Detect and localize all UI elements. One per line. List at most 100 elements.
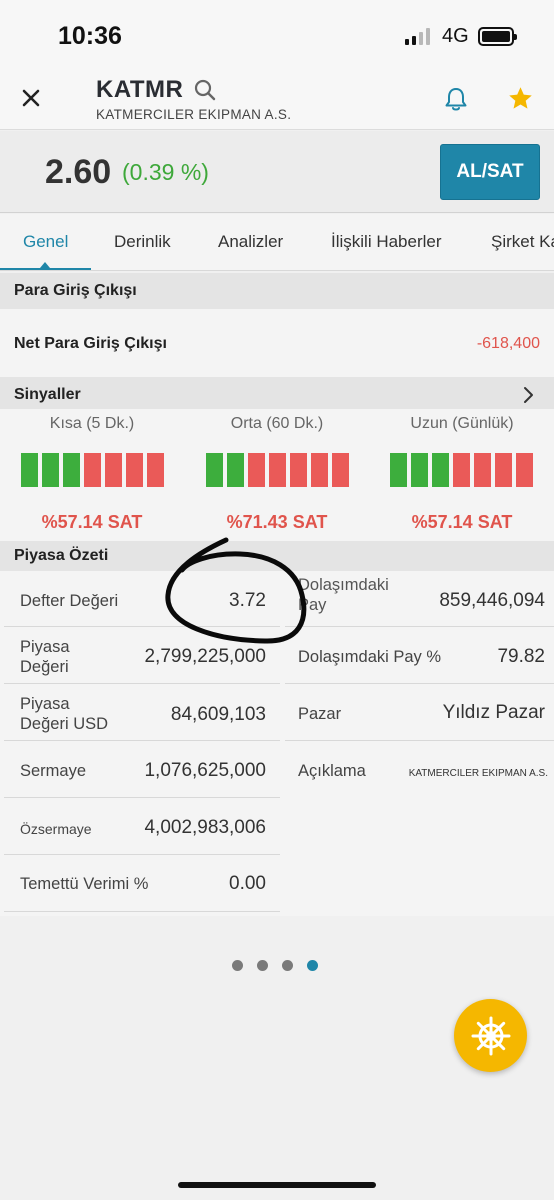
signal-sell-bar bbox=[84, 453, 101, 487]
status-time: 10:36 bbox=[58, 22, 122, 50]
last-price: 2.60 bbox=[45, 153, 112, 191]
summary-value: 84,609,103 bbox=[170, 704, 266, 725]
tab-company-info[interactable]: Şirket Ka bbox=[491, 232, 554, 252]
signal-sell-bar bbox=[269, 453, 286, 487]
signal-medium-bars bbox=[206, 453, 349, 487]
signal-medium-title: Orta (60 Dk.) bbox=[230, 415, 324, 432]
active-tab-caret bbox=[40, 262, 50, 268]
ticker-symbol: KATMR bbox=[96, 76, 184, 103]
signal-buy-bar bbox=[21, 453, 38, 487]
summary-row: Özsermaye 4,002,983,006 bbox=[4, 799, 280, 855]
signal-long-bars bbox=[390, 453, 533, 487]
signal-sell-bar bbox=[105, 453, 122, 487]
summary-row: Sermaye 1,076,625,000 bbox=[4, 742, 280, 798]
battery-icon bbox=[478, 27, 517, 46]
star-icon[interactable] bbox=[507, 85, 534, 112]
signal-sell-bar bbox=[248, 453, 265, 487]
signal-short-value: %57.14 SAT bbox=[41, 512, 143, 532]
signal-sell-bar bbox=[126, 453, 143, 487]
summary-row: Defter Değeri 3.72 bbox=[4, 571, 280, 627]
summary-value: 1,076,625,000 bbox=[144, 760, 266, 781]
signal-sell-bar bbox=[290, 453, 307, 487]
ship-wheel-icon bbox=[471, 1016, 510, 1055]
signals-panel: Kısa (5 Dk.) %57.14 SAT Orta (60 Dk.) %7… bbox=[0, 409, 554, 541]
page-indicator bbox=[232, 960, 318, 971]
signal-sell-bar bbox=[332, 453, 349, 487]
tab-bar: Genel Derinlik Analizler İlişkili Haberl… bbox=[0, 214, 554, 271]
summary-label: Sermaye bbox=[20, 762, 87, 780]
signal-sell-bar bbox=[147, 453, 164, 487]
signal-medium: Orta (60 Dk.) %71.43 SAT bbox=[185, 409, 369, 541]
signal-medium-value: %71.43 SAT bbox=[226, 512, 328, 532]
signals-title: Sinyaller bbox=[14, 386, 81, 403]
signal-short: Kısa (5 Dk.) %57.14 SAT bbox=[0, 409, 184, 541]
signal-sell-bar bbox=[495, 453, 512, 487]
signal-long-title: Uzun (Günlük) bbox=[410, 415, 514, 432]
active-tab-indicator bbox=[0, 268, 91, 270]
summary-row: Piyasa Değeri USD 84,609,103 bbox=[4, 685, 280, 741]
signal-long: Uzun (Günlük) %57.14 SAT bbox=[370, 409, 554, 541]
money-flow-title: Para Giriş Çıkışı bbox=[14, 282, 137, 299]
summary-value: 859,446,094 bbox=[439, 590, 545, 611]
money-flow-header: Para Giriş Çıkışı bbox=[0, 273, 554, 309]
price-change: (0.39 %) bbox=[122, 159, 209, 185]
network-type: 4G bbox=[442, 25, 469, 47]
summary-label: Özsermaye bbox=[20, 821, 92, 837]
cellular-signal-icon bbox=[405, 28, 430, 45]
tab-analyses[interactable]: Analizler bbox=[218, 232, 283, 252]
net-money-flow-row: Net Para Giriş Çıkışı -618,400 bbox=[0, 309, 554, 379]
signal-buy-bar bbox=[432, 453, 449, 487]
signal-sell-bar bbox=[311, 453, 328, 487]
summary-label: Defter Değeri bbox=[20, 592, 119, 610]
price-bar: 2.60 (0.39 %) AL/SAT bbox=[0, 131, 554, 213]
page-dot[interactable] bbox=[257, 960, 268, 971]
summary-label: Piyasa Değeri USD bbox=[20, 695, 109, 733]
signal-buy-bar bbox=[411, 453, 428, 487]
ship-wheel-fab-button[interactable] bbox=[454, 999, 527, 1072]
search-icon[interactable] bbox=[193, 78, 217, 102]
company-name: KATMERCILER EKIPMAN A.S. bbox=[96, 107, 292, 122]
summary-row: Temettü Verimi % 0.00 bbox=[4, 856, 280, 912]
signal-sell-bar bbox=[453, 453, 470, 487]
summary-value: 3.72 bbox=[229, 590, 266, 611]
page-dot[interactable] bbox=[307, 960, 318, 971]
summary-row: Pazar Yıldız Pazar bbox=[285, 685, 554, 741]
summary-row: Dolaşımdaki Pay 859,446,094 bbox=[285, 571, 554, 627]
signal-buy-bar bbox=[227, 453, 244, 487]
tab-general[interactable]: Genel bbox=[23, 232, 68, 252]
summary-value: 0.00 bbox=[229, 873, 266, 894]
net-money-flow-value: -618,400 bbox=[476, 335, 540, 352]
summary-label: Pazar bbox=[298, 705, 342, 723]
signals-header[interactable]: Sinyaller bbox=[0, 377, 554, 413]
signal-buy-bar bbox=[42, 453, 59, 487]
page-dot[interactable] bbox=[282, 960, 293, 971]
page-dot[interactable] bbox=[232, 960, 243, 971]
summary-value: 4,002,983,006 bbox=[144, 817, 266, 838]
signal-buy-bar bbox=[63, 453, 80, 487]
summary-value: 2,799,225,000 bbox=[144, 646, 266, 667]
summary-value: Yıldız Pazar bbox=[442, 702, 545, 723]
summary-label: Dolaşımdaki Pay bbox=[298, 576, 389, 614]
summary-row: Dolaşımdaki Pay % 79.82 bbox=[285, 628, 554, 684]
signal-short-bars bbox=[21, 453, 164, 487]
tab-depth[interactable]: Derinlik bbox=[114, 232, 171, 252]
market-summary-header: Piyasa Özeti bbox=[0, 541, 554, 571]
summary-row: Açıklama KATMERCILER EKIPMAN A.S. bbox=[285, 742, 554, 798]
status-bar: 10:36 4G bbox=[0, 0, 554, 70]
bell-icon[interactable] bbox=[442, 85, 470, 113]
summary-value: 79.82 bbox=[497, 646, 545, 667]
market-summary-title: Piyasa Özeti bbox=[14, 547, 109, 564]
buy-sell-button[interactable]: AL/SAT bbox=[440, 144, 540, 200]
signal-short-title: Kısa (5 Dk.) bbox=[49, 415, 135, 432]
tab-related-news[interactable]: İlişkili Haberler bbox=[331, 232, 442, 252]
signal-long-value: %57.14 SAT bbox=[411, 512, 513, 532]
net-money-flow-label: Net Para Giriş Çıkışı bbox=[14, 335, 167, 352]
signal-buy-bar bbox=[390, 453, 407, 487]
summary-label: Temettü Verimi % bbox=[20, 875, 149, 893]
chevron-right-icon[interactable] bbox=[522, 386, 534, 404]
summary-label: Piyasa Değeri bbox=[20, 638, 70, 676]
signal-sell-bar bbox=[474, 453, 491, 487]
close-icon[interactable] bbox=[20, 87, 42, 109]
market-summary-grid: Defter Değeri 3.72 Piyasa Değeri 2,799,2… bbox=[0, 571, 554, 916]
signal-buy-bar bbox=[206, 453, 223, 487]
